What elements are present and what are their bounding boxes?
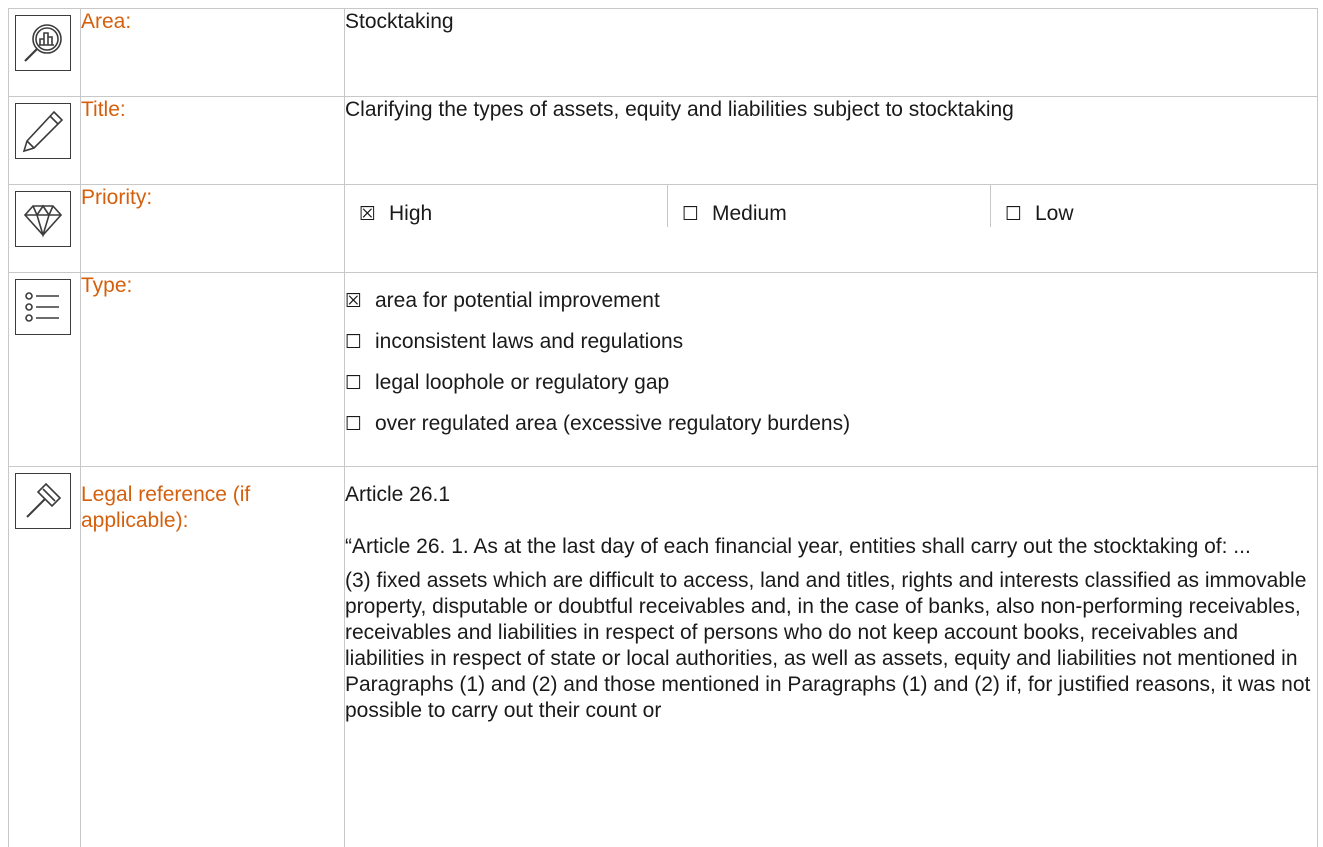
title-icon-cell — [8, 96, 81, 185]
type-row: Type: ☒ area for potential improvement ☐ i… — [8, 272, 1318, 467]
legal-label: Legal reference (if applicable): — [80, 466, 345, 847]
pencil-icon — [15, 103, 71, 159]
area-icon-cell — [8, 8, 81, 97]
type-icon-cell — [8, 272, 81, 467]
type-option-overregulated[interactable]: ☐ over regulated area (excessive regulato… — [345, 411, 1317, 437]
area-row: Area: Stocktaking — [8, 8, 1318, 97]
checkbox-checked[interactable]: ☒ — [345, 288, 375, 314]
type-option-label: legal loophole or regulatory gap — [375, 371, 670, 394]
priority-option-low[interactable]: ☐ Low — [990, 185, 1317, 227]
type-option-inconsistent[interactable]: ☐ inconsistent laws and regulations — [345, 329, 1317, 355]
checkbox-unchecked[interactable]: ☐ — [345, 370, 375, 396]
legal-quote-body: (3) fixed assets which are difficult to … — [345, 569, 1311, 722]
legal-icon-cell — [8, 466, 81, 847]
priority-options: ☒ High ☐ Medium ☐ Low — [344, 184, 1318, 273]
diamond-icon — [15, 191, 71, 247]
checkbox-unchecked[interactable]: ☐ — [682, 201, 712, 227]
type-option-label: over regulated area (excessive regulator… — [375, 412, 851, 435]
priority-medium-label: Medium — [712, 202, 787, 225]
title-value: Clarifying the types of assets, equity a… — [344, 96, 1318, 185]
magnifier-chart-icon — [15, 15, 71, 71]
priority-label: Priority: — [80, 184, 345, 273]
type-option-loophole[interactable]: ☐ legal loophole or regulatory gap — [345, 370, 1317, 396]
type-option-label: area for potential improvement — [375, 289, 660, 312]
priority-option-high[interactable]: ☒ High — [345, 185, 667, 227]
priority-icon-cell — [8, 184, 81, 273]
checkbox-unchecked[interactable]: ☐ — [345, 411, 375, 437]
area-label: Area: — [80, 8, 345, 97]
priority-high-label: High — [389, 202, 433, 225]
type-options: ☒ area for potential improvement ☐ inconsi… — [344, 272, 1318, 467]
priority-row: Priority: ☒ High ☐ Medium ☐ Low — [8, 184, 1318, 273]
area-value: Stocktaking — [344, 8, 1318, 97]
type-label: Type: — [80, 272, 345, 467]
priority-low-label: Low — [1035, 202, 1074, 225]
legal-row: Legal reference (if applicable): Article… — [8, 466, 1318, 847]
proposal-form-table: Area: Stocktaking Title: Clarifying the … — [8, 8, 1318, 847]
legal-content: Article 26.1 “Article 26. 1. As at the l… — [344, 466, 1318, 847]
checkbox-unchecked[interactable]: ☐ — [345, 329, 375, 355]
gavel-icon — [15, 473, 71, 529]
legal-quote-intro: “Article 26. 1. As at the last day of ea… — [345, 535, 1251, 558]
title-label: Title: — [80, 96, 345, 185]
checkbox-unchecked[interactable]: ☐ — [1005, 201, 1035, 227]
legal-reference: Article 26.1 — [345, 483, 451, 506]
type-option-label: inconsistent laws and regulations — [375, 330, 684, 353]
type-option-improvement[interactable]: ☒ area for potential improvement — [345, 288, 1317, 314]
list-icon — [15, 279, 71, 335]
title-row: Title: Clarifying the types of assets, e… — [8, 96, 1318, 185]
checkbox-checked[interactable]: ☒ — [359, 201, 389, 227]
priority-option-medium[interactable]: ☐ Medium — [667, 185, 990, 227]
